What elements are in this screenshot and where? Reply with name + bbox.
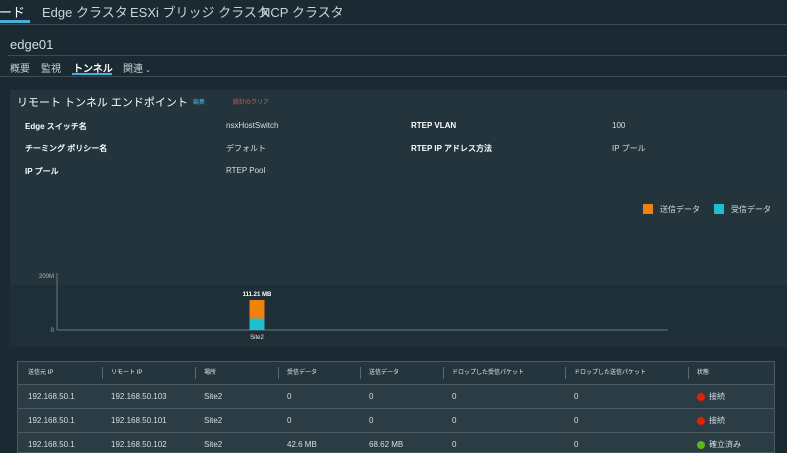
table-row[interactable]: 192.168.50.1 192.168.50.102 Site2 42.6 MB 68… [18,432,774,452]
status-dot-icon [697,392,705,401]
column-separator [195,367,196,379]
cell-received: 0 [287,392,292,401]
traffic-chart: 0 200M 111.21 MB Site2 [39,273,668,341]
table-row[interactable]: 192.168.50.1 192.168.50.103 Site2 0 0 0 0 接続 [18,384,774,409]
column-separator [565,367,566,379]
y-tick-label: 200M [39,274,54,280]
col-header-location[interactable]: 場所 [204,362,216,384]
bar-total-label: 111.21 MB [243,292,272,298]
cell-remote-ip: 192.168.50.103 [111,392,167,401]
y-tick-label: 0 [51,328,55,334]
cell-status: 接続 [697,385,725,409]
bar-segment-received [249,318,265,330]
col-header-remote-ip[interactable]: リモート IP [111,362,142,384]
cell-dropped-tx: 0 [574,440,579,449]
cell-location: Site2 [204,416,223,425]
table-row[interactable]: 192.168.50.1 192.168.50.101 Site2 0 0 0 0 接続 [18,408,774,433]
cell-remote-ip: 192.168.50.101 [111,416,167,425]
status-label: 接続 [709,416,725,425]
cell-source-ip: 192.168.50.1 [28,440,75,449]
status-label: 確立済み [709,440,741,449]
status-label: 接続 [709,392,725,401]
cell-dropped-rx: 0 [452,440,457,449]
cell-location: Site2 [204,392,223,401]
tunnel-table: 送信元 IP リモート IP 場所 受信データ 送信データ ドロップした受信パケ… [17,361,775,453]
cell-sent: 0 [369,392,374,401]
cell-source-ip: 192.168.50.1 [28,392,75,401]
status-dot-icon [697,416,705,425]
column-separator [360,367,361,379]
col-header-received[interactable]: 受信データ [287,362,317,384]
col-header-dropped-tx[interactable]: ドロップした送信パケット [574,362,646,384]
cell-received: 42.6 MB [287,440,317,449]
cell-dropped-rx: 0 [452,416,457,425]
cell-dropped-tx: 0 [574,416,579,425]
status-dot-icon [697,440,705,449]
col-header-sent[interactable]: 送信データ [369,362,399,384]
column-separator [443,367,444,379]
cell-sent: 68.62 MB [369,440,404,449]
col-header-status[interactable]: 状態 [697,362,709,384]
cell-source-ip: 192.168.50.1 [28,416,75,425]
cell-status: 接続 [697,409,725,433]
cell-dropped-tx: 0 [574,392,579,401]
column-separator [278,367,279,379]
bar-segment-sent [249,299,265,319]
x-tick-label: Site2 [250,335,264,341]
col-header-source-ip[interactable]: 送信元 IP [28,362,53,384]
column-separator [102,367,103,379]
cell-status: 確立済み [697,433,741,452]
column-separator [688,367,689,379]
cell-sent: 0 [369,416,374,425]
cell-dropped-rx: 0 [452,392,457,401]
col-header-dropped-rx[interactable]: ドロップした受信パケット [452,362,524,384]
cell-received: 0 [287,416,292,425]
cell-remote-ip: 192.168.50.102 [111,440,167,449]
cell-location: Site2 [204,440,223,449]
